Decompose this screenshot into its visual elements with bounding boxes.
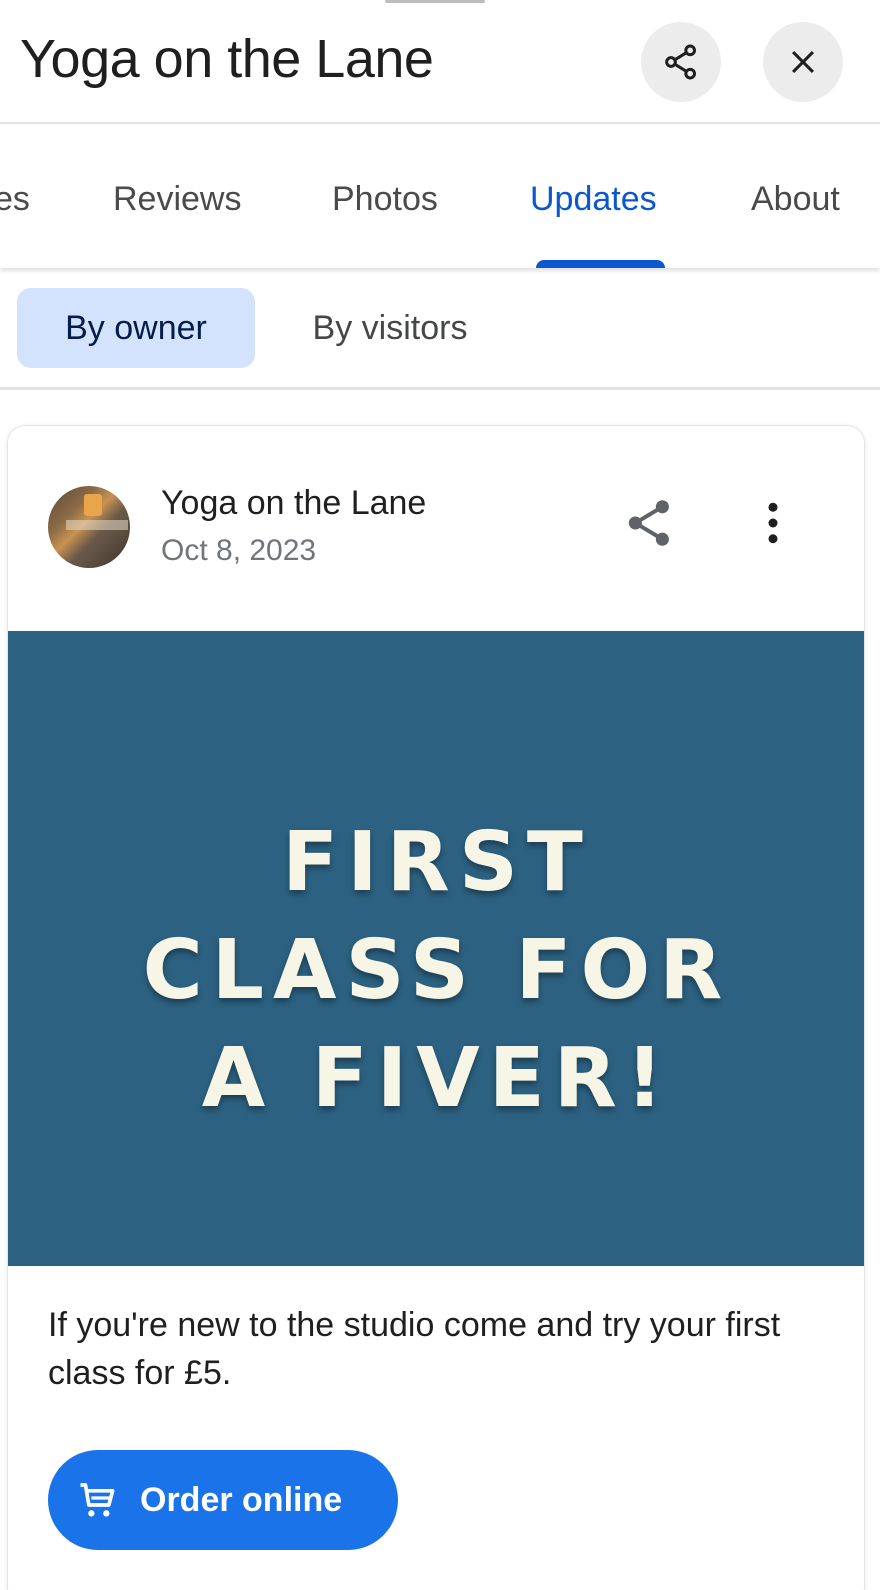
post-image-text: FIRST CLASS FOR A FIVER! <box>143 809 732 1133</box>
banner-line-3: A FIVER! <box>201 1031 673 1126</box>
place-title: Yoga on the Lane <box>20 29 434 89</box>
post-date: Oct 8, 2023 <box>161 534 317 567</box>
tab-reviews[interactable]: Reviews <box>113 180 241 219</box>
share-button[interactable] <box>641 22 721 102</box>
avatar-photo-sign <box>66 520 128 530</box>
tab-overview[interactable]: es <box>0 180 30 219</box>
filter-chip-by-visitors[interactable]: By visitors <box>290 288 490 368</box>
banner-line-1: FIRST <box>282 815 592 910</box>
tab-about[interactable]: About <box>751 180 840 219</box>
avatar-photo-detail <box>84 494 102 516</box>
tab-updates[interactable]: Updates <box>530 180 657 219</box>
order-online-button[interactable]: Order online <box>48 1450 398 1550</box>
cart-icon <box>80 1483 115 1517</box>
share-icon <box>628 500 669 546</box>
post-body-text: If you're new to the studio come and try… <box>48 1306 781 1392</box>
place-tabs: es Reviews Photos Updates About <box>0 124 880 268</box>
tab-photos[interactable]: Photos <box>332 180 438 219</box>
avatar[interactable] <box>48 486 130 568</box>
update-filters: By owner By visitors <box>0 268 880 390</box>
order-online-label: Order online <box>140 1480 343 1519</box>
more-vert-icon <box>768 502 778 544</box>
close-icon <box>791 50 815 74</box>
banner-line-2: CLASS FOR <box>142 923 732 1018</box>
post-author[interactable]: Yoga on the Lane <box>161 484 426 523</box>
post-share-button[interactable] <box>623 496 677 550</box>
place-header: Yoga on the Lane <box>0 0 880 124</box>
update-post-card: Yoga on the Lane Oct 8, 2023 FIRST CLASS… <box>7 425 865 1590</box>
close-button[interactable] <box>763 22 843 102</box>
post-more-options-button[interactable] <box>753 496 793 550</box>
post-image[interactable]: FIRST CLASS FOR A FIVER! <box>8 631 864 1266</box>
share-icon <box>665 44 696 80</box>
filter-chip-by-owner[interactable]: By owner <box>17 288 255 368</box>
active-tab-indicator <box>536 260 665 268</box>
